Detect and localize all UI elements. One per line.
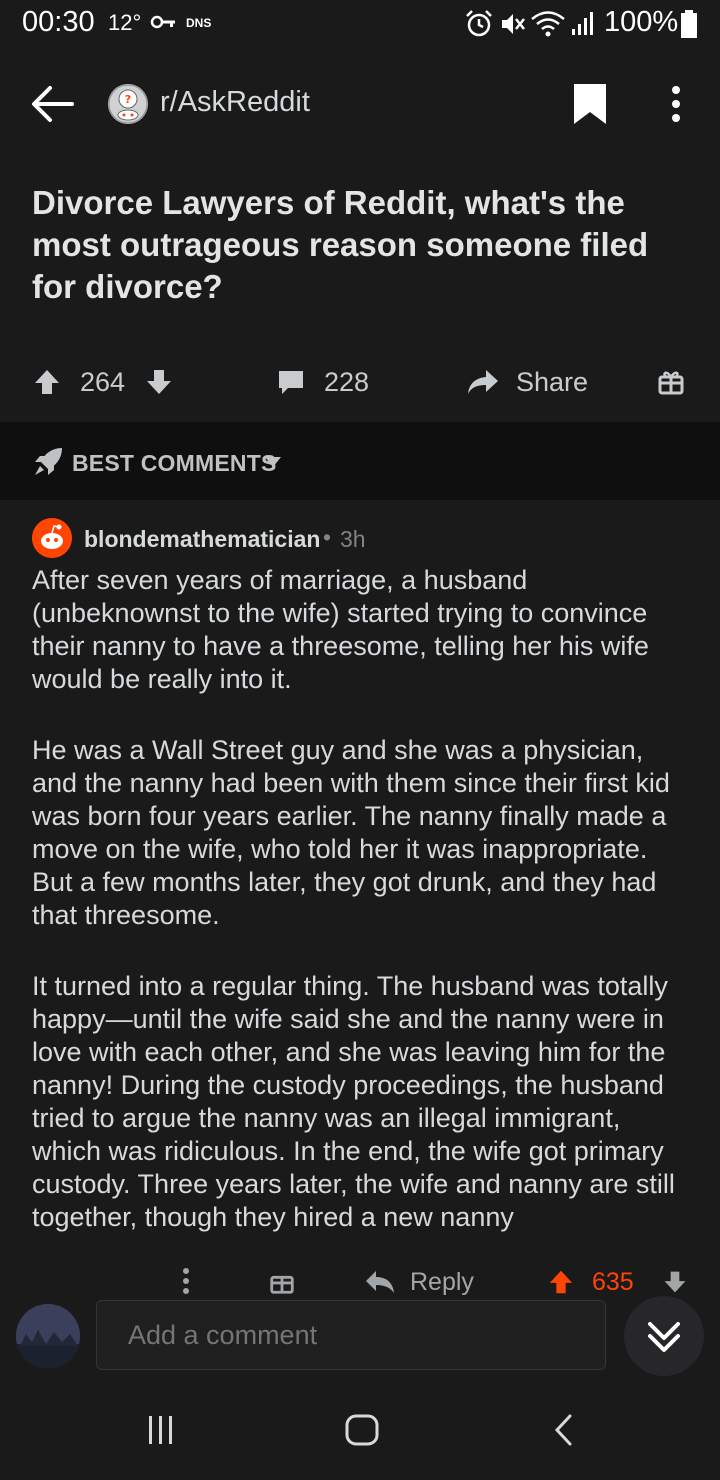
add-comment-input[interactable] (96, 1300, 606, 1370)
signal-icon (572, 12, 593, 35)
upvote-arrow-icon[interactable] (32, 367, 62, 397)
status-time: 00:30 (22, 6, 95, 38)
battery-icon (681, 10, 697, 38)
wifi-icon (531, 11, 565, 37)
comment-downvote-button[interactable] (662, 1262, 688, 1296)
status-dns: DNS (186, 16, 212, 30)
sort-label[interactable]: BEST COMMENTS (72, 450, 277, 477)
share-arrow-icon[interactable] (466, 367, 500, 397)
system-nav-bar (0, 1384, 720, 1480)
more-vert-icon[interactable] (178, 1265, 194, 1296)
comment-upvote-button[interactable] (546, 1262, 576, 1296)
alarm-icon (466, 10, 492, 37)
comment: blondemathematician • 3h After seven yea… (0, 500, 720, 1296)
status-temperature: 12° (108, 10, 142, 35)
share-label[interactable]: Share (516, 356, 588, 408)
post-score: 264 (80, 366, 126, 397)
gift-icon[interactable] (656, 367, 686, 397)
back-arrow-icon[interactable] (28, 82, 76, 126)
reply-label[interactable]: Reply (410, 1268, 474, 1297)
downvote-arrow-icon[interactable] (144, 367, 174, 397)
comments-button[interactable] (276, 356, 306, 408)
comment-award-button[interactable] (268, 1262, 296, 1296)
comment-age: 3h (340, 526, 366, 552)
comment-more-button[interactable] (178, 1262, 194, 1296)
post-actions: 264 228 Share (0, 356, 720, 408)
my-avatar[interactable] (16, 1304, 80, 1368)
subreddit-name[interactable]: r/AskReddit (160, 86, 310, 119)
comment-paragraph: After seven years of marriage, a husband… (32, 565, 649, 694)
double-chevron-down-icon[interactable] (624, 1296, 704, 1376)
comment-body: After seven years of marriage, a husband… (32, 564, 694, 1272)
jump-next-button[interactable] (624, 1296, 704, 1376)
subreddit-icon[interactable]: ? (108, 84, 148, 124)
chevron-down-icon[interactable] (264, 456, 282, 468)
svg-text:?: ? (125, 93, 131, 106)
recent-apps-icon[interactable] (146, 1412, 176, 1448)
comment-paragraph: It turned into a regular thing. The husb… (32, 971, 675, 1232)
vpn-key-icon (150, 15, 175, 29)
award-button[interactable] (656, 356, 686, 408)
reply-arrow-icon[interactable] (364, 1268, 396, 1296)
post: Divorce Lawyers of Reddit, what's the mo… (0, 160, 720, 422)
user-avatar[interactable] (32, 518, 72, 558)
bookmark-icon[interactable] (570, 82, 610, 126)
separator-dot: • (323, 524, 332, 550)
home-icon[interactable] (344, 1412, 380, 1448)
more-vert-icon[interactable] (660, 82, 692, 126)
comment-composer (0, 1296, 720, 1384)
comment-score: 635 (592, 1267, 634, 1296)
comment-sort-bar[interactable]: BEST COMMENTS (0, 422, 720, 500)
battery-percent: 100% (604, 6, 679, 38)
share-button[interactable] (466, 356, 500, 408)
post-title: Divorce Lawyers of Reddit, what's the mo… (32, 184, 649, 305)
status-bar: 00:30 12° DNS 100% (0, 0, 720, 48)
upvote-button[interactable] (32, 356, 62, 408)
downvote-button[interactable] (144, 356, 174, 408)
reply-button[interactable]: Reply (364, 1262, 474, 1296)
app-bar: ? r/AskReddit (0, 48, 720, 161)
comment-bubble-icon[interactable] (276, 367, 306, 397)
upvote-arrow-icon[interactable] (546, 1268, 576, 1296)
downvote-arrow-icon[interactable] (662, 1268, 688, 1296)
comment-author[interactable]: blondemathematician (84, 526, 320, 553)
nav-back-icon[interactable] (552, 1412, 576, 1448)
mute-icon (502, 14, 525, 34)
comment-paragraph: He was a Wall Street guy and she was a p… (32, 735, 670, 930)
comment-count: 228 (324, 366, 370, 397)
comment-actions: Reply 635 (0, 1262, 720, 1296)
rocket-icon (35, 448, 62, 475)
gift-icon[interactable] (268, 1267, 296, 1296)
